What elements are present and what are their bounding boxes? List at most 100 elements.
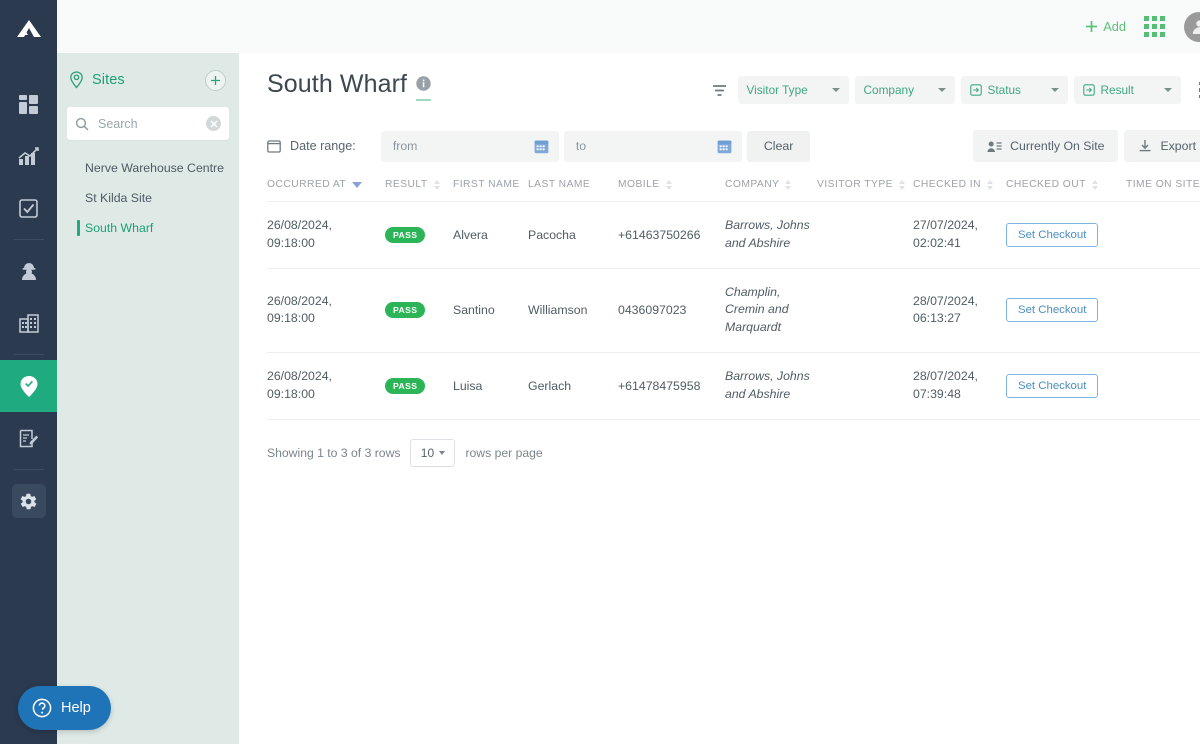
download-icon (1138, 139, 1152, 153)
set-checkout-button[interactable]: Set Checkout (1006, 222, 1099, 247)
mountain-logo-icon (16, 19, 41, 37)
col-checked-in[interactable]: Checked In (913, 179, 1006, 202)
col-mobile[interactable]: Mobile (618, 179, 725, 202)
add-button-label: Add (1103, 19, 1126, 34)
pagination-bar: Showing 1 to 3 of 3 rows 10 rows per pag… (239, 420, 1200, 467)
col-first-name[interactable]: First Name (453, 179, 528, 202)
more-vertical-icon[interactable] (1191, 78, 1200, 103)
chevron-down-icon (937, 88, 946, 92)
date-from-field[interactable] (380, 130, 559, 162)
sites-panel-title: Sites (92, 72, 125, 88)
clear-search-icon[interactable] (206, 116, 221, 131)
col-visitor-type[interactable]: Visitor Type (817, 179, 913, 202)
site-list-item-active[interactable]: South Wharf (57, 214, 239, 244)
site-list: Nerve Warehouse Centre St Kilda Site Sou… (57, 154, 239, 244)
chevron-down-icon (1163, 88, 1172, 92)
table-head: Occurred At Result First Name Last Name … (267, 179, 1200, 202)
table-row[interactable]: 26/08/2024, 09:18:00 PASS Luisa Gerlach … (267, 352, 1200, 420)
cell-company: Barrows, Johns and Abshire (725, 201, 817, 269)
sort-descending-icon (352, 181, 363, 188)
sidebar-item-sites[interactable] (0, 360, 57, 412)
cell-visitor-type (817, 201, 913, 269)
col-last-name-label: Last Name (528, 179, 591, 190)
col-visitor-type-label: Visitor Type (817, 179, 893, 190)
filter-status-label: Status (987, 83, 1021, 97)
apps-grid-icon[interactable] (1144, 16, 1165, 37)
cell-occurred-at: 26/08/2024, 09:18:00 (267, 201, 385, 269)
rail-divider (13, 354, 44, 355)
sidebar-item-dashboard[interactable] (0, 78, 57, 130)
help-button[interactable]: Help (18, 686, 111, 730)
cell-checked-out: Set Checkout (1006, 267, 1126, 353)
search-icon (75, 117, 89, 131)
sidebar-item-analytics[interactable] (0, 130, 57, 182)
cell-company: Barrows, Johns and Abshire (725, 352, 817, 420)
filter-visitor-type-label: Visitor Type (746, 83, 808, 97)
sites-panel: Sites Nerve Warehouse Cen (57, 0, 239, 744)
cell-checked-in: 28/07/2024, 06:13:27 (913, 267, 1006, 353)
filter-company[interactable]: Company (854, 76, 955, 104)
filter-visitor-type[interactable]: Visitor Type (737, 76, 849, 104)
sort-icon (987, 179, 994, 190)
add-site-button[interactable] (205, 69, 226, 91)
add-button[interactable]: Add (1085, 19, 1126, 34)
chevron-down-icon (439, 450, 446, 455)
table-row[interactable]: 26/08/2024, 09:18:00 PASS Santino Willia… (267, 267, 1200, 353)
site-list-item[interactable]: Nerve Warehouse Centre (57, 154, 239, 184)
currently-on-site-button[interactable]: Currently On Site (973, 130, 1119, 162)
sort-icon (1091, 179, 1098, 190)
cell-time-on-site (1126, 267, 1200, 353)
site-search-box[interactable] (67, 107, 229, 140)
sidebar-item-forms[interactable] (0, 412, 57, 464)
login-box-icon (1082, 84, 1095, 96)
date-from-input[interactable] (390, 138, 534, 154)
col-company[interactable]: Company (725, 179, 817, 202)
cell-checked-in: 28/07/2024, 07:39:48 (913, 352, 1006, 420)
sort-icon (898, 179, 905, 190)
site-list-item[interactable]: St Kilda Site (57, 184, 239, 214)
user-avatar-icon[interactable] (1184, 11, 1200, 42)
col-last-name[interactable]: Last Name (528, 179, 618, 202)
sidebar-item-tasks[interactable] (0, 182, 57, 234)
showing-rows-text: Showing 1 to 3 of 3 rows (267, 445, 401, 460)
date-to-input[interactable] (573, 138, 717, 154)
col-time-on-site[interactable]: Time On Site (1126, 179, 1200, 202)
page-content: South Wharf Visitor Type Company Status … (239, 0, 1200, 467)
date-to-field[interactable] (563, 130, 742, 162)
chevron-down-icon (831, 88, 840, 92)
search-input[interactable] (96, 115, 206, 132)
page-title: South Wharf (267, 70, 408, 98)
info-icon[interactable] (416, 76, 432, 101)
col-checked-out[interactable]: Checked Out (1006, 179, 1126, 202)
export-button[interactable]: Export (1124, 130, 1200, 162)
app-logo[interactable] (0, 0, 57, 57)
filter-funnel-icon[interactable] (712, 84, 727, 97)
calendar-outline-icon (267, 139, 281, 153)
set-checkout-button[interactable]: Set Checkout (1006, 373, 1099, 398)
sidebar-item-companies[interactable] (0, 297, 57, 349)
sort-icon (433, 179, 440, 190)
calendar-icon[interactable] (717, 139, 732, 154)
set-checkout-button[interactable]: Set Checkout (1006, 298, 1099, 323)
table-row[interactable]: 26/08/2024, 09:18:00 PASS Alvera Pacocha… (267, 201, 1200, 269)
question-circle-icon (32, 698, 52, 718)
filter-result[interactable]: Result (1073, 76, 1181, 104)
rail-item-list (0, 78, 57, 527)
filter-result-label: Result (1100, 83, 1134, 97)
sidebar-item-settings[interactable] (0, 475, 57, 527)
col-result[interactable]: Result (385, 179, 453, 202)
icon-rail (0, 0, 57, 744)
col-occurred-at[interactable]: Occurred At (267, 179, 385, 202)
calendar-icon[interactable] (534, 139, 549, 154)
rows-per-page-select[interactable]: 10 (410, 438, 456, 467)
cell-last-name: Pacocha (528, 201, 618, 269)
filter-status[interactable]: Status (960, 76, 1068, 104)
cell-occurred-at: 26/08/2024, 09:18:00 (267, 267, 385, 353)
table-header-row: Occurred At Result First Name Last Name … (267, 179, 1200, 202)
location-pin-icon (69, 71, 84, 89)
cell-checked-out: Set Checkout (1006, 352, 1126, 420)
sidebar-item-workers[interactable] (0, 245, 57, 297)
worker-icon (21, 263, 36, 280)
cell-company: Champlin, Cremin and Marquardt (725, 267, 817, 353)
clear-date-range-button[interactable]: Clear (746, 130, 811, 162)
